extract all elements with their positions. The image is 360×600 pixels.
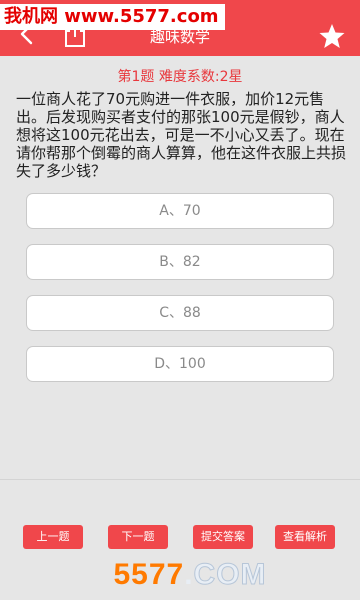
- next-question-button[interactable]: 下一题: [108, 525, 168, 549]
- option-c-button[interactable]: C、88: [26, 295, 334, 331]
- option-d-button[interactable]: D、100: [26, 346, 334, 382]
- prev-question-button[interactable]: 上一题: [23, 525, 83, 549]
- watermark-com: COM: [193, 558, 267, 592]
- option-a-button[interactable]: A、70: [26, 193, 334, 229]
- view-analysis-button[interactable]: 查看解析: [275, 525, 335, 549]
- question-difficulty: 难度系数:2星: [158, 69, 243, 85]
- question-meta: 第1题 难度系数:2星: [0, 66, 360, 86]
- submit-answer-button[interactable]: 提交答案: [193, 525, 253, 549]
- star-icon[interactable]: [318, 22, 346, 50]
- option-b-button[interactable]: B、82: [26, 244, 334, 280]
- watermark-dot: .: [184, 558, 194, 591]
- question-number: 第1题: [117, 69, 155, 85]
- watermark-top: 我机网 www.5577.com: [0, 4, 225, 30]
- watermark-bottom: 5577.COM: [100, 558, 280, 598]
- watermark-number: 5577: [113, 558, 185, 591]
- divider: [0, 479, 360, 480]
- question-text: 一位商人花了70元购进一件衣服，加价12元售出。后发现购买者支付的那张100元是…: [16, 90, 347, 180]
